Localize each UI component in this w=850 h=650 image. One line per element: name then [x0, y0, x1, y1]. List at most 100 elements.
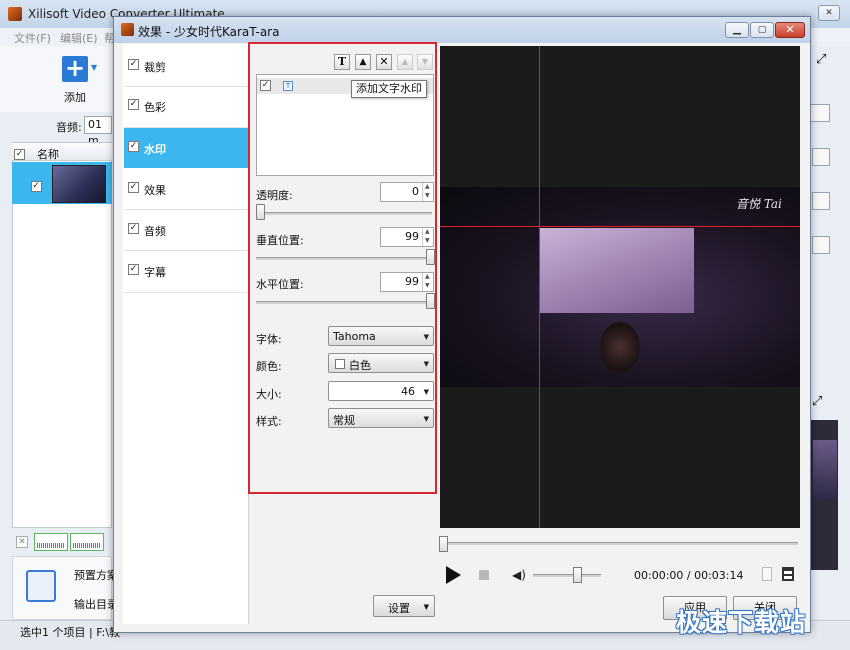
- site-watermark-logo: 极速下载站: [676, 608, 807, 637]
- dialog-app-icon: [121, 23, 134, 36]
- opacity-value: 0: [412, 185, 419, 198]
- add-label: 添加: [64, 91, 86, 104]
- nav-item-label: 裁剪: [144, 61, 166, 74]
- bg-dropdown-3[interactable]: [812, 236, 830, 254]
- nav-item-watermark[interactable]: ✓ 水印: [124, 128, 250, 168]
- stop-icon[interactable]: [479, 570, 489, 580]
- size-label: 大小:: [256, 388, 282, 401]
- spin-down-icon[interactable]: ▼: [425, 192, 430, 199]
- opacity-slider[interactable]: [256, 212, 432, 215]
- horizontal-guide-line: [440, 226, 800, 227]
- column-name: 名称: [37, 148, 59, 161]
- watermark-checkbox[interactable]: ✓: [128, 141, 139, 152]
- menu-file[interactable]: 文件(F): [14, 30, 51, 46]
- vertical-guide-line: [539, 46, 540, 528]
- subtitle-checkbox[interactable]: ✓: [128, 264, 139, 275]
- bg-dropdown-1[interactable]: [812, 148, 830, 166]
- fullscreen-icon[interactable]: ⤢: [816, 52, 838, 68]
- film-strip-icon[interactable]: [782, 567, 794, 581]
- move-down-icon[interactable]: ▼: [417, 54, 433, 70]
- effect-checkbox[interactable]: ✓: [128, 182, 139, 193]
- nav-divider: [124, 292, 248, 293]
- audio-meter-left: [34, 533, 68, 551]
- crop-checkbox[interactable]: ✓: [128, 59, 139, 70]
- spin-down-icon[interactable]: ▼: [425, 282, 430, 289]
- nav-item-color[interactable]: ✓ 色彩: [124, 86, 250, 126]
- output-dir-label: 输出目录: [74, 598, 118, 611]
- audio-label: 音频:: [56, 121, 82, 134]
- color-select[interactable]: 白色 ▼: [328, 353, 434, 373]
- file-row-checkbox[interactable]: ✓: [30, 181, 42, 192]
- add-dropdown-icon[interactable]: ▼: [91, 63, 97, 72]
- volume-icon[interactable]: ◀): [512, 568, 526, 582]
- color-label: 颜色:: [256, 360, 282, 373]
- size-value: 46: [401, 385, 415, 398]
- spin-down-icon[interactable]: ▼: [425, 237, 430, 244]
- horizontal-position-slider-thumb[interactable]: [426, 293, 435, 309]
- style-value: 常规: [333, 414, 355, 427]
- add-image-watermark-icon[interactable]: ▲: [355, 54, 371, 70]
- move-up-icon[interactable]: ▲: [397, 54, 413, 70]
- add-button[interactable]: +: [62, 56, 88, 82]
- seek-bar-thumb[interactable]: [439, 536, 448, 552]
- vertical-position-value: 99: [405, 230, 419, 243]
- add-text-watermark-icon[interactable]: T: [334, 54, 350, 70]
- opacity-label: 透明度:: [256, 189, 293, 202]
- font-select[interactable]: Tahoma ▼: [328, 326, 434, 346]
- audio-checkbox[interactable]: ✓: [128, 223, 139, 234]
- spin-up-icon[interactable]: ▲: [425, 183, 430, 190]
- close-meter-icon[interactable]: ✕: [16, 536, 28, 548]
- playback-time: 00:00:00 / 00:03:14: [634, 569, 744, 582]
- spin-up-icon[interactable]: ▲: [425, 228, 430, 235]
- nav-item-label: 色彩: [144, 101, 166, 114]
- chevron-down-icon: ▼: [423, 415, 429, 423]
- nav-item-subtitle[interactable]: ✓ 字幕: [124, 251, 250, 291]
- opacity-spinner[interactable]: 0 ▲ ▼: [380, 182, 434, 202]
- preset-label: 预置方案: [74, 569, 118, 582]
- style-select[interactable]: 常规 ▼: [328, 408, 434, 428]
- vertical-position-spinner[interactable]: 99 ▲ ▼: [380, 227, 434, 247]
- size-select[interactable]: 46 ▼: [328, 381, 434, 401]
- add-text-watermark-tooltip: 添加文字水印: [351, 80, 427, 98]
- bg-dropdown-2[interactable]: [812, 192, 830, 210]
- nav-item-effect[interactable]: ✓ 效果: [124, 169, 250, 209]
- menu-edit[interactable]: 编辑(E): [60, 30, 98, 46]
- watermark-preview-text[interactable]: 音悦 Tai: [736, 195, 782, 212]
- vertical-position-slider-thumb[interactable]: [426, 249, 435, 265]
- volume-slider[interactable]: [533, 574, 601, 577]
- seek-bar[interactable]: [441, 542, 798, 545]
- text-watermark-icon: T: [283, 81, 293, 91]
- close-icon[interactable]: ✕: [775, 22, 805, 38]
- color-swatch: [335, 359, 345, 369]
- app-toolbar: [0, 46, 112, 112]
- color-checkbox[interactable]: ✓: [128, 99, 139, 110]
- watermark-item-checkbox[interactable]: ✓: [260, 80, 271, 91]
- play-icon[interactable]: [446, 566, 461, 584]
- horizontal-position-value: 99: [405, 275, 419, 288]
- app-close-icon[interactable]: ✕: [818, 5, 840, 21]
- bg-preview-image: [813, 440, 837, 500]
- style-label: 样式:: [256, 415, 282, 428]
- vertical-position-slider[interactable]: [256, 257, 432, 260]
- file-list-header: [12, 143, 112, 161]
- nav-item-audio[interactable]: ✓ 音频: [124, 210, 250, 250]
- select-all-checkbox[interactable]: ✓: [14, 149, 25, 160]
- nav-item-label: 音频: [144, 225, 166, 238]
- delete-watermark-icon[interactable]: ✕: [376, 54, 392, 70]
- horizontal-position-slider[interactable]: [256, 301, 432, 304]
- bg-input[interactable]: [810, 104, 830, 122]
- opacity-slider-thumb[interactable]: [256, 204, 265, 220]
- preset-profile-icon[interactable]: [26, 570, 56, 602]
- horizontal-position-spinner[interactable]: 99 ▲ ▼: [380, 272, 434, 292]
- expand-icon[interactable]: ⤢: [812, 394, 834, 410]
- chevron-down-icon: ▼: [423, 360, 429, 368]
- nav-item-crop[interactable]: ✓ 裁剪: [124, 46, 250, 86]
- audio-select[interactable]: 01 m: [84, 116, 112, 147]
- volume-slider-thumb[interactable]: [573, 567, 582, 583]
- settings-button[interactable]: 设置 ▼: [373, 595, 435, 617]
- minimize-icon[interactable]: ▁: [725, 22, 749, 38]
- app-logo-icon: [8, 7, 22, 21]
- maximize-icon[interactable]: ▢: [750, 22, 774, 38]
- spin-up-icon[interactable]: ▲: [425, 273, 430, 280]
- snapshot-icon[interactable]: [762, 567, 772, 581]
